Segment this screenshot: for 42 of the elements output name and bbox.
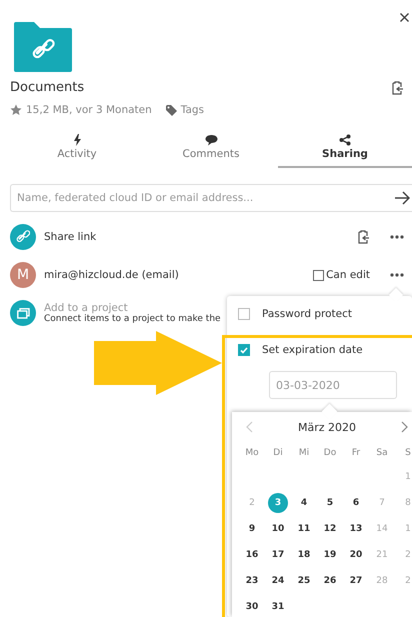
calendar-day[interactable]: 12	[320, 519, 340, 539]
calendar-day[interactable]: 24	[268, 571, 288, 591]
calendar-day[interactable]: 31	[268, 597, 288, 617]
calendar-day[interactable]: 11	[294, 519, 314, 539]
calendar-day[interactable]: 26	[320, 571, 340, 591]
calendar-day[interactable]: 13	[346, 519, 366, 539]
calendar-day[interactable]: 10	[268, 519, 288, 539]
calendar-day[interactable]: 16	[242, 545, 262, 565]
file-meta: 15,2 MB, vor 3 Monaten	[26, 104, 152, 116]
calendar-day[interactable]: 30	[242, 597, 262, 617]
weekday-label: Mo	[244, 447, 260, 460]
weekday-label: Sa	[375, 447, 389, 460]
calendar-day[interactable]: 5	[320, 493, 340, 513]
file-name: Documents	[10, 80, 84, 95]
weekday-label: Mi	[298, 447, 310, 460]
calendar-day[interactable]: 27	[346, 571, 366, 591]
share-link-label: Share link	[44, 231, 98, 243]
calendar-day[interactable]: 9	[242, 519, 262, 539]
calendar-day[interactable]: 23	[242, 571, 262, 591]
calendar-day[interactable]: 18	[294, 545, 314, 565]
tags-link[interactable]: Tags	[180, 104, 204, 116]
sidebar-tab[interactable]: Comments	[144, 134, 278, 168]
calendar-day[interactable]: 6	[346, 493, 366, 513]
calendar-month: März 2020	[298, 420, 356, 434]
share-search-field[interactable]: Name, federated cloud ID or email address...	[10, 184, 412, 212]
calendar-day[interactable]: 19	[320, 545, 340, 565]
weekday-label: Fr	[350, 447, 362, 460]
option-label: Set expiration date	[262, 344, 363, 356]
user-avatar: M	[10, 262, 36, 288]
project-hint: Connect items to a project to make the	[44, 314, 221, 324]
calendar-day[interactable]: 17	[268, 545, 288, 565]
weekday-label: Di	[272, 447, 284, 460]
sidebar-tab[interactable]: Sharing	[278, 134, 412, 168]
calendar-day[interactable]: 20	[346, 545, 366, 565]
calendar-day[interactable]: 4	[294, 493, 314, 513]
calendar-day[interactable]: 25	[294, 571, 314, 591]
option-label: Password protect	[262, 308, 352, 320]
can-edit-checkbox[interactable]: Can edit	[313, 269, 370, 281]
sidebar-tab[interactable]: Activity	[10, 134, 144, 168]
weekday-label: Do	[322, 447, 338, 460]
share-recipient: mira@hizcloud.de (email)	[44, 269, 180, 281]
weekday-label: S	[404, 447, 412, 460]
